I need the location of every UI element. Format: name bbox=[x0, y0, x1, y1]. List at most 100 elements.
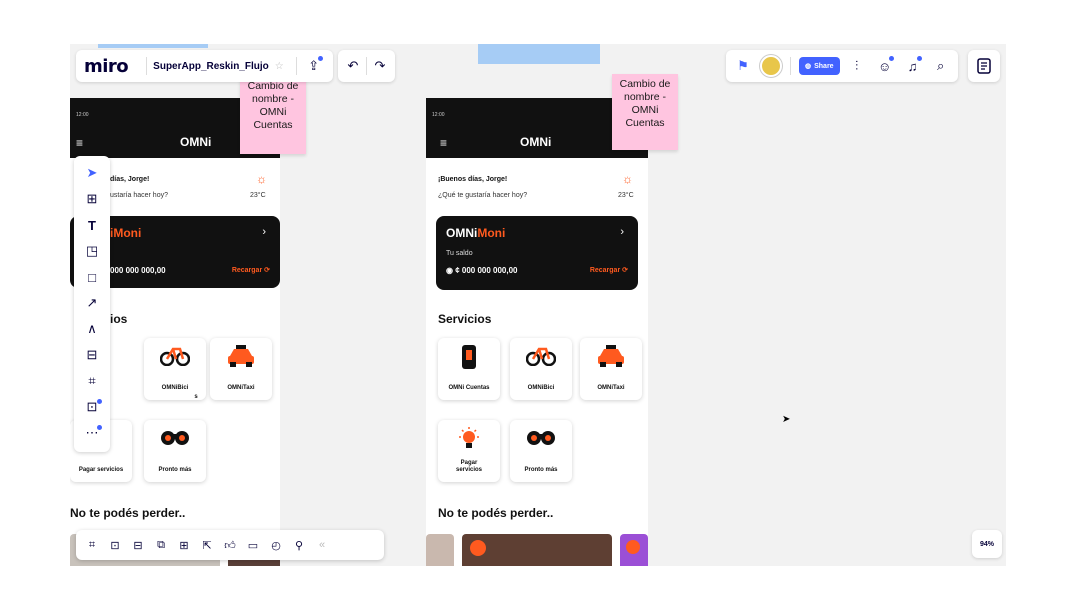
reactions-icon[interactable]: ⚑ bbox=[732, 55, 754, 77]
video-icon[interactable]: ▭ bbox=[243, 535, 263, 555]
greeting: ¡Buenos días, Jorge! bbox=[438, 176, 508, 183]
promo-image[interactable] bbox=[620, 534, 648, 566]
promo-image[interactable] bbox=[426, 534, 454, 566]
bottom-toolbar: ⌗ ⊡ ⊟ ⧉ ⊞ ⇱ 👍︎ ▭ ◴ ⚲ « bbox=[76, 530, 384, 560]
service-card-pronto[interactable]: Pronto más bbox=[510, 420, 572, 482]
comments-icon[interactable]: ⊡ bbox=[105, 535, 125, 555]
service-card-pagar[interactable]: Pagar servicios bbox=[438, 420, 500, 482]
share-screen-icon[interactable]: ⇱ bbox=[197, 535, 217, 555]
more-tools-icon[interactable]: ⋯ bbox=[74, 422, 110, 444]
recargar-button[interactable]: Recargar ⟳ bbox=[232, 266, 270, 274]
miro-logo[interactable]: miro bbox=[84, 56, 129, 77]
temperature: 23°C bbox=[250, 192, 266, 199]
templates-icon[interactable]: ⊞ bbox=[74, 188, 110, 210]
service-card-omnibici[interactable]: OMNiBici bbox=[510, 338, 572, 400]
shapes-icon[interactable]: □ bbox=[74, 266, 110, 288]
promo-badge-icon bbox=[470, 540, 486, 556]
notes-icon[interactable] bbox=[968, 50, 1000, 82]
wallet-balance: ◉ ¢ 000 000 000,00 bbox=[446, 266, 518, 275]
miro-board-canvas[interactable]: 12:00 ≡ OMNi días, Jorge! ustaría hacer … bbox=[70, 44, 1006, 566]
wallet-card[interactable]: OMNiMoni › Tu saldo ◉ ¢ 000 000 000,00 R… bbox=[436, 216, 638, 290]
binoculars-icon bbox=[144, 426, 206, 452]
notification-dot bbox=[916, 56, 922, 61]
chevron-right-icon[interactable]: › bbox=[262, 226, 266, 238]
divider bbox=[790, 57, 791, 75]
upload-icon[interactable]: ⊡ bbox=[74, 396, 110, 418]
notification-dot bbox=[97, 399, 102, 404]
settings-sliders-icon[interactable]: ⫶ bbox=[846, 55, 868, 77]
phone-frame-right[interactable]: 12:00 ≡ OMNi ¡Buenos días, Jorge! ¿Qué t… bbox=[426, 98, 648, 566]
zoom-level[interactable]: 94% bbox=[972, 530, 1002, 558]
greeting-question: ¿Qué te gustaría hacer hoy? bbox=[438, 192, 528, 199]
service-label: Pronto más bbox=[158, 467, 192, 473]
reload-icon: ⟳ bbox=[264, 267, 270, 274]
like-icon[interactable]: 👍︎ bbox=[220, 535, 240, 555]
services-title: ios bbox=[110, 312, 128, 326]
promo-badge-icon bbox=[626, 540, 640, 554]
service-card-pronto[interactable]: Pronto más bbox=[144, 420, 206, 482]
collapse-icon[interactable]: « bbox=[312, 535, 332, 555]
redo-icon[interactable]: ↷ bbox=[369, 55, 391, 77]
bike-icon bbox=[144, 344, 206, 372]
menu-icon[interactable]: ≡ bbox=[440, 136, 447, 150]
binoculars-icon bbox=[510, 426, 572, 452]
lightbulb-icon bbox=[438, 426, 500, 458]
bell-icon[interactable]: ♫ bbox=[902, 55, 924, 77]
taxi-icon bbox=[580, 344, 642, 374]
service-card-omnitaxi[interactable]: OMNiTaxi bbox=[580, 338, 642, 400]
text-icon[interactable]: T bbox=[74, 214, 110, 236]
recargar-button[interactable]: Recargar ⟳ bbox=[590, 266, 628, 274]
no-te-pierdas-title: No te podés perder.. bbox=[438, 506, 554, 520]
search-icon[interactable]: ⌕ bbox=[930, 55, 952, 77]
sun-icon: ☼ bbox=[256, 172, 267, 186]
sticky-note-blue-partial[interactable] bbox=[98, 44, 208, 48]
taxi-icon bbox=[210, 344, 272, 374]
chevron-right-icon[interactable]: › bbox=[620, 226, 624, 238]
pen-icon[interactable]: ∧ bbox=[74, 318, 110, 340]
service-card-omnitaxi[interactable]: OMNiTaxi bbox=[210, 338, 272, 400]
notification-dot bbox=[888, 56, 894, 61]
creation-toolbar: ➤ ⊞ T ◳ □ ↗ ∧ ⊟ ⌗ ⊡ ⋯ bbox=[74, 156, 110, 452]
export-icon[interactable]: ⇪ bbox=[303, 55, 325, 77]
brand-title: OMNi bbox=[520, 135, 552, 149]
notification-dot bbox=[97, 425, 102, 430]
board-header: miro SuperApp_Reskin_Flujo ☆ ⇪ bbox=[76, 50, 333, 82]
cards-icon[interactable]: ⧉ bbox=[151, 535, 171, 555]
board-title[interactable]: SuperApp_Reskin_Flujo bbox=[153, 61, 269, 72]
menu-icon[interactable]: ≡ bbox=[76, 136, 83, 150]
bike-icon bbox=[510, 344, 572, 372]
frame-icon[interactable]: ⌗ bbox=[74, 370, 110, 392]
avatar[interactable] bbox=[760, 55, 782, 77]
chat-icon[interactable]: ⊟ bbox=[128, 535, 148, 555]
service-card-omnicuentas[interactable]: OMNi Cuentas bbox=[438, 338, 500, 400]
service-card-omnibici[interactable]: OMNiBici bbox=[144, 338, 206, 400]
frames-icon[interactable]: ⌗ bbox=[82, 535, 102, 555]
eye-icon[interactable]: ◉ bbox=[446, 266, 453, 275]
service-label: Pagar servicios bbox=[78, 467, 124, 473]
undo-icon[interactable]: ↶ bbox=[342, 55, 364, 77]
undo-redo-group: ↶ ↷ bbox=[338, 50, 395, 82]
reload-icon: ⟳ bbox=[622, 267, 628, 274]
sticky-note-blue[interactable] bbox=[478, 44, 600, 64]
sticky-text: Cambio de nombre - OMNi Cuentas bbox=[619, 78, 671, 129]
promo-image[interactable] bbox=[462, 534, 612, 566]
sticky-note-pink[interactable]: Cambio de nombre - OMNi Cuentas bbox=[612, 74, 678, 150]
sticky-note-pink[interactable]: Cambio de nombre - OMNi Cuentas bbox=[240, 76, 306, 154]
sun-icon: ☼ bbox=[622, 172, 633, 186]
wallet-title: OMNiMoni bbox=[446, 226, 506, 240]
phone-icon bbox=[438, 344, 500, 376]
service-label: Pronto más bbox=[524, 467, 558, 473]
reactions-icon[interactable]: ☺ bbox=[874, 55, 896, 77]
arrow-icon[interactable]: ↗ bbox=[74, 292, 110, 314]
voting-icon[interactable]: ⚲ bbox=[289, 535, 309, 555]
star-icon[interactable]: ☆ bbox=[275, 61, 284, 72]
sticky-note-icon[interactable]: ◳ bbox=[74, 240, 110, 262]
timer-icon[interactable]: ◴ bbox=[266, 535, 286, 555]
share-button[interactable]: ◍ Share bbox=[799, 57, 840, 75]
kanban-icon[interactable]: ⊞ bbox=[174, 535, 194, 555]
greeting-question: ustaría hacer hoy? bbox=[110, 192, 168, 199]
temperature: 23°C bbox=[618, 192, 634, 199]
select-cursor-icon[interactable]: ➤ bbox=[74, 162, 110, 184]
comment-icon[interactable]: ⊟ bbox=[74, 344, 110, 366]
services-title: Servicios bbox=[438, 312, 492, 326]
